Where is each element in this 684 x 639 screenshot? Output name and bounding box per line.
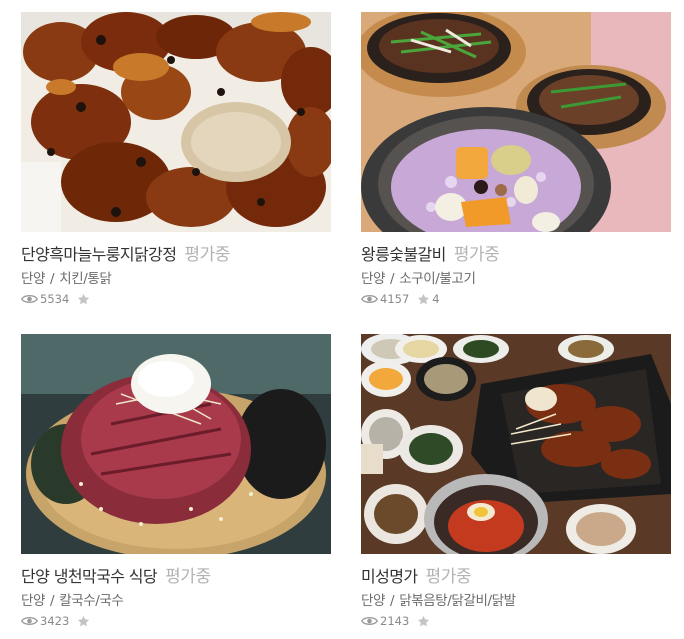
eye-icon	[361, 295, 378, 303]
star-icon	[78, 615, 90, 626]
restaurant-photo[interactable]	[21, 12, 331, 232]
restaurant-photo[interactable]	[21, 334, 331, 554]
location-category: 단양 / 치킨/통닭	[21, 267, 112, 287]
category-link[interactable]: 치킨/통닭	[59, 271, 112, 287]
korean-table-spread-photo	[361, 334, 671, 554]
eye-icon	[361, 617, 378, 625]
restaurant-card[interactable]: 왕릉숯불갈비 평가중 단양 / 소구이/불고기 4157 4	[361, 12, 671, 312]
stats-row: 4157 4	[361, 291, 440, 307]
meta-separator: /	[390, 271, 395, 287]
rating-status: 평가중	[453, 245, 500, 265]
view-count: 4157	[380, 292, 410, 306]
restaurant-name[interactable]: 단양흑마늘누룽지닭강정	[21, 241, 177, 265]
restaurant-card[interactable]: 단양흑마늘누룽지닭강정 평가중 단양 / 치킨/통닭 5534	[21, 12, 331, 312]
restaurant-name[interactable]: 미성명가	[361, 563, 418, 587]
restaurant-photo[interactable]	[361, 12, 671, 232]
title-row: 단양 냉천막국수 식당 평가중	[21, 562, 211, 588]
view-count: 5534	[40, 292, 70, 306]
star-icon	[418, 293, 430, 304]
eye-icon	[21, 295, 38, 303]
restaurant-card[interactable]: 단양 냉천막국수 식당 평가중 단양 / 칼국수/국수 3423	[21, 334, 331, 634]
location-category: 단양 / 닭볶음탕/닭갈비/닭발	[361, 589, 516, 609]
stats-row: 2143	[361, 613, 432, 629]
view-count: 2143	[380, 614, 410, 628]
fried-chicken-photo	[21, 12, 331, 232]
restaurant-card[interactable]: 미성명가 평가중 단양 / 닭볶음탕/닭갈비/닭발 2143	[361, 334, 671, 634]
category-link[interactable]: 소구이/불고기	[399, 271, 476, 287]
meta-separator: /	[50, 271, 55, 287]
restaurant-name[interactable]: 왕릉숯불갈비	[361, 241, 446, 265]
location-category: 단양 / 칼국수/국수	[21, 589, 124, 609]
rating-status: 평가중	[165, 567, 211, 587]
region-link[interactable]: 단양	[361, 271, 385, 287]
restaurant-photo[interactable]	[361, 334, 671, 554]
meta-separator: /	[50, 593, 55, 609]
title-row: 미성명가 평가중	[361, 562, 472, 588]
region-link[interactable]: 단양	[361, 593, 385, 609]
region-link[interactable]: 단양	[21, 593, 45, 609]
star-icon	[418, 615, 430, 626]
meta-separator: /	[390, 593, 395, 609]
eye-icon	[21, 617, 38, 625]
star-icon	[78, 293, 90, 304]
category-link[interactable]: 칼국수/국수	[59, 593, 124, 609]
category-link[interactable]: 닭볶음탕/닭갈비/닭발	[399, 593, 516, 609]
title-row: 단양흑마늘누룽지닭강정 평가중	[21, 240, 230, 266]
buckwheat-noodle-photo	[21, 334, 331, 554]
rating-status: 평가중	[425, 567, 472, 587]
title-row: 왕릉숯불갈비 평가중	[361, 240, 500, 266]
location-category: 단양 / 소구이/불고기	[361, 267, 476, 287]
stats-row: 3423	[21, 613, 92, 629]
rating-status: 평가중	[184, 245, 231, 265]
restaurant-name[interactable]: 단양 냉천막국수 식당	[21, 563, 158, 587]
view-count: 3423	[40, 614, 70, 628]
stone-pot-rice-photo	[361, 12, 671, 232]
review-count: 4	[432, 292, 440, 306]
region-link[interactable]: 단양	[21, 271, 45, 287]
stats-row: 5534	[21, 291, 92, 307]
